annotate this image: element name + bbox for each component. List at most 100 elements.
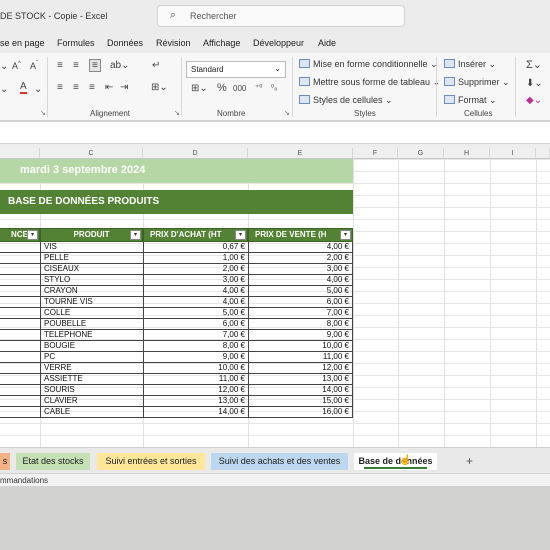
wrap-text-icon[interactable]: ↵ xyxy=(152,60,160,71)
purchase-price-cell[interactable]: 5,00 € xyxy=(143,308,248,319)
sale-price-cell[interactable]: 13,00 € xyxy=(248,374,353,385)
product-cell[interactable]: VERRE xyxy=(40,363,143,374)
sheet-tab-purchases-sales[interactable]: Suivi des achats et des ventes xyxy=(211,453,348,470)
column-header-d[interactable]: D xyxy=(143,148,248,159)
sale-price-cell[interactable]: 2,00 € xyxy=(248,253,353,264)
product-cell[interactable]: TELEPHONE xyxy=(40,330,143,341)
date-banner[interactable]: mardi 3 septembre 2024 xyxy=(0,159,353,183)
format-button[interactable]: Format ⌄ xyxy=(444,95,497,106)
reference-cell[interactable] xyxy=(0,330,40,341)
alignment-launcher-icon[interactable]: ↘ xyxy=(174,109,180,117)
header-product[interactable]: PRODUIT xyxy=(40,228,143,242)
delete-button[interactable]: Supprimer ⌄ xyxy=(444,77,510,88)
column-header-b[interactable] xyxy=(0,148,40,159)
purchase-price-cell[interactable]: 8,00 € xyxy=(143,341,248,352)
sale-price-cell[interactable]: 14,00 € xyxy=(248,385,353,396)
formula-bar[interactable] xyxy=(0,122,550,144)
sale-price-cell[interactable]: 3,00 € xyxy=(248,264,353,275)
reference-cell[interactable] xyxy=(0,275,40,286)
sale-price-cell[interactable]: 15,00 € xyxy=(248,396,353,407)
reference-cell[interactable] xyxy=(0,242,40,253)
conditional-formatting-button[interactable]: Mise en forme conditionnelle ⌄ xyxy=(299,59,438,70)
reference-cell[interactable] xyxy=(0,264,40,275)
product-cell[interactable]: VIS xyxy=(40,242,143,253)
tab-view[interactable]: Affichage xyxy=(203,38,240,48)
reference-cell[interactable] xyxy=(0,374,40,385)
column-header-i[interactable]: I xyxy=(490,148,536,159)
product-cell[interactable]: ASSIETTE xyxy=(40,374,143,385)
align-center-icon[interactable]: ≡ xyxy=(73,82,79,93)
filter-dropdown-icon[interactable]: ▾ xyxy=(235,230,246,240)
sale-price-cell[interactable]: 8,00 € xyxy=(248,319,353,330)
clear-icon[interactable]: ◆⌄ xyxy=(526,95,542,106)
align-right-icon[interactable]: ≡ xyxy=(89,82,95,93)
column-header-e[interactable]: E xyxy=(248,148,353,159)
reference-cell[interactable] xyxy=(0,308,40,319)
autosum-icon[interactable]: Σ⌄ xyxy=(526,58,542,71)
sheet-tab-stock-status[interactable]: Etat des stocks xyxy=(16,453,90,470)
reference-cell[interactable] xyxy=(0,352,40,363)
sheet-tab-in-out[interactable]: Suivi entrées et sorties xyxy=(97,453,205,470)
add-sheet-button[interactable]: + xyxy=(466,454,473,468)
tab-developer[interactable]: Développeur xyxy=(253,38,304,48)
align-top-icon[interactable]: ≡ xyxy=(57,60,63,71)
sale-price-cell[interactable]: 11,00 € xyxy=(248,352,353,363)
tab-help[interactable]: Aide xyxy=(318,38,336,48)
filter-dropdown-icon[interactable]: ▾ xyxy=(340,230,351,240)
percent-style-button[interactable]: % xyxy=(217,82,227,94)
purchase-price-cell[interactable]: 10,00 € xyxy=(143,363,248,374)
product-cell[interactable]: CISEAUX xyxy=(40,264,143,275)
reference-cell[interactable] xyxy=(0,253,40,264)
tab-page-layout[interactable]: se en page xyxy=(0,38,45,48)
font-color-dropdown[interactable]: ⌄ xyxy=(34,84,42,95)
sale-price-cell[interactable]: 16,00 € xyxy=(248,407,353,418)
align-bottom-icon[interactable]: ≡ xyxy=(89,59,101,72)
number-format-select[interactable]: Standard ⌄ xyxy=(186,61,286,78)
sale-price-cell[interactable]: 4,00 € xyxy=(248,275,353,286)
font-size-dropdown[interactable]: ⌄ xyxy=(0,61,8,72)
accounting-format-icon[interactable]: ⊞⌄ xyxy=(191,83,208,94)
decrease-decimal-icon[interactable]: ⁰₀ xyxy=(271,83,278,92)
header-sale-price[interactable]: PRIX DE VENTE (H xyxy=(248,228,353,242)
align-left-icon[interactable]: ≡ xyxy=(57,82,63,93)
reference-cell[interactable] xyxy=(0,319,40,330)
purchase-price-cell[interactable]: 0,67 € xyxy=(143,242,248,253)
column-header-f[interactable]: F xyxy=(353,148,398,159)
column-header-j[interactable] xyxy=(536,148,550,159)
purchase-price-cell[interactable]: 13,00 € xyxy=(143,396,248,407)
reference-cell[interactable] xyxy=(0,363,40,374)
purchase-price-cell[interactable]: 2,00 € xyxy=(143,264,248,275)
purchase-price-cell[interactable]: 9,00 € xyxy=(143,352,248,363)
product-cell[interactable]: PELLE xyxy=(40,253,143,264)
fill-icon[interactable]: ⬇⌄ xyxy=(526,78,543,89)
purchase-price-cell[interactable]: 4,00 € xyxy=(143,286,248,297)
column-header-h[interactable]: H xyxy=(444,148,490,159)
product-cell[interactable]: BOUGIE xyxy=(40,341,143,352)
product-cell[interactable]: COLLE xyxy=(40,308,143,319)
purchase-price-cell[interactable]: 12,00 € xyxy=(143,385,248,396)
orientation-icon[interactable]: ab⌄ xyxy=(110,60,130,71)
sheet-tab-first[interactable]: s xyxy=(0,453,10,470)
product-cell[interactable]: PC xyxy=(40,352,143,363)
sale-price-cell[interactable]: 7,00 € xyxy=(248,308,353,319)
sale-price-cell[interactable]: 10,00 € xyxy=(248,341,353,352)
shrink-font-icon[interactable]: Aˇ xyxy=(30,61,38,71)
column-header-c[interactable]: C xyxy=(40,148,143,159)
sale-price-cell[interactable]: 9,00 € xyxy=(248,330,353,341)
sale-price-cell[interactable]: 4,00 € xyxy=(248,242,353,253)
product-cell[interactable]: TOURNE VIS xyxy=(40,297,143,308)
header-purchase-price[interactable]: PRIX D'ACHAT (HT xyxy=(143,228,248,242)
format-as-table-button[interactable]: Mettre sous forme de tableau ⌄ xyxy=(299,77,440,88)
search-box[interactable]: ⌕ Rechercher xyxy=(157,5,405,27)
filter-dropdown-icon[interactable]: ▾ xyxy=(130,230,141,240)
purchase-price-cell[interactable]: 14,00 € xyxy=(143,407,248,418)
purchase-price-cell[interactable]: 1,00 € xyxy=(143,253,248,264)
sheet-tab-database[interactable]: Base de données xyxy=(354,453,437,470)
tab-formulas[interactable]: Formules xyxy=(57,38,95,48)
insert-button[interactable]: Insérer ⌄ xyxy=(444,59,496,70)
product-cell[interactable]: CRAYON xyxy=(40,286,143,297)
column-header-g[interactable]: G xyxy=(398,148,444,159)
purchase-price-cell[interactable]: 3,00 € xyxy=(143,275,248,286)
increase-decimal-icon[interactable]: ⁺⁰ xyxy=(255,83,262,92)
sale-price-cell[interactable]: 12,00 € xyxy=(248,363,353,374)
